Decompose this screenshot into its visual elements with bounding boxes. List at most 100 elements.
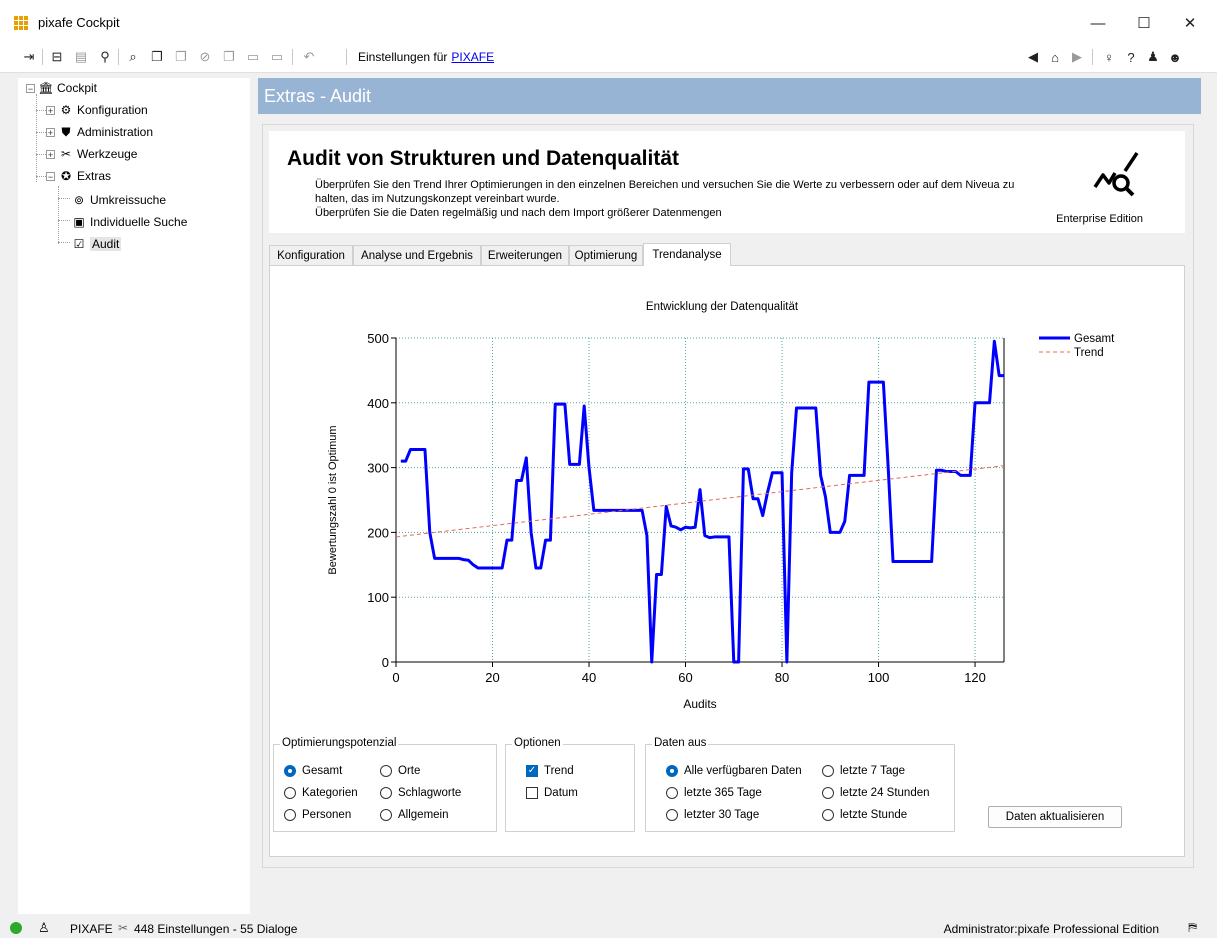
checkbox-indicator[interactable] [526,787,538,799]
radio-letzte-7-tage[interactable]: letzte 7 Tage [822,765,905,777]
collapse-icon[interactable]: − [26,83,35,93]
expand-icon[interactable]: + [46,149,55,159]
maximize-button[interactable]: ☐ [1121,8,1167,38]
save-icon[interactable]: ▤ [72,48,90,66]
radio-indicator[interactable] [380,765,392,777]
tree-item-umkreissuche[interactable]: ⊚ Umkreissuche [72,190,166,210]
x-tick-label: 100 [868,670,890,685]
y-tick-label: 500 [367,331,389,346]
tree-item-werkzeuge[interactable]: + ✂ Werkzeuge [46,144,137,164]
x-tick-label: 60 [678,670,692,685]
checkbox-datum[interactable]: Datum [526,787,578,799]
status-left: PIXAFE [70,922,113,936]
tools-status-icon: ✂ [118,921,129,935]
copy-icon[interactable]: ❐ [148,48,166,66]
radio-indicator[interactable] [822,809,834,821]
tab-konfiguration[interactable]: Konfiguration [269,245,353,265]
toolbar-label: Einstellungen für PIXAFE [358,50,494,64]
building-icon: 🏛 [38,81,54,95]
radio-indicator[interactable] [380,809,392,821]
back-icon[interactable]: ◀ [1024,48,1042,66]
radio-indicator[interactable] [284,787,296,799]
expand-icon[interactable]: + [46,105,55,115]
tree-item-label: Werkzeuge [77,147,138,161]
radio-indicator[interactable] [380,787,392,799]
clipboard-icon[interactable]: ▭ [244,48,262,66]
radio-personen[interactable]: Personen [284,809,351,821]
radio-indicator[interactable] [284,765,296,777]
remove-copy-icon[interactable]: ⊘ [196,48,214,66]
page-header: Extras - Audit [258,78,1201,114]
radio-indicator[interactable] [666,809,678,821]
description-line-3: Überprüfen Sie die Daten regelmäßig und … [315,207,722,219]
radio-letzte-stunde[interactable]: letzte Stunde [822,809,907,821]
tree-item-extras[interactable]: − ✪ Extras [46,166,111,186]
user-download-icon[interactable]: ♟ [1144,48,1162,66]
radio-allgemein[interactable]: Allgemein [380,809,449,821]
tree-root-cockpit[interactable]: − 🏛 Cockpit [26,78,97,98]
radio-kategorien[interactable]: Kategorien [284,787,358,799]
tab-analyse-und-ergebnis[interactable]: Analyse und Ergebnis [353,245,481,265]
copy-all-icon[interactable]: ❐ [220,48,238,66]
edition-label: Enterprise Edition [1056,213,1143,225]
tab-optimierung[interactable]: Optimierung [569,245,643,265]
description-line-1: Überprüfen Sie den Trend Ihrer Optimieru… [315,179,1015,191]
trend-chart: 0 20 40 60 80 100 120 0 100 200 300 400 500 Entwicklu… [327,301,1115,711]
radio-indicator[interactable] [666,765,678,777]
content-area: Extras - Audit Audit von Strukturen und … [258,78,1201,914]
tab-erweiterungen[interactable]: Erweiterungen [481,245,569,265]
radio-indicator[interactable] [822,787,834,799]
location-pin-icon: ⊚ [73,193,85,207]
radio-indicator[interactable] [666,787,678,799]
checkmark-icon[interactable]: ✓ [526,765,538,777]
collapse-icon[interactable]: − [46,171,55,181]
tab-trendanalyse[interactable]: Trendanalyse [643,243,731,266]
title-bar: pixafe Cockpit — ☐ ✕ [0,0,1217,42]
radio-label: Kategorien [302,787,358,799]
tree-item-konfiguration[interactable]: + ⚙ Konfiguration [46,100,148,120]
refresh-data-button[interactable]: Daten aktualisieren [988,806,1122,828]
radio-indicator[interactable] [822,765,834,777]
close-button[interactable]: ✕ [1167,8,1213,38]
radio-label: Allgemein [398,809,449,821]
radio-indicator[interactable] [284,809,296,821]
minimize-button[interactable]: — [1075,8,1121,38]
radio-label: letzte 7 Tage [840,765,906,777]
duplicate-icon[interactable]: ❐ [172,48,190,66]
toolbar: ⇥ ⊟ ▤ ⚲ ⌕ ❐ ❐ ⊘ ❐ ▭ ▭ ↶ Einstellungen fü… [0,42,1217,73]
help-icon[interactable]: ? [1122,48,1140,66]
tree-item-administration[interactable]: + ⛊ Administration [46,122,153,142]
optimization-group-title: Optimierungspotenzial [280,737,399,749]
account-icon[interactable]: ☻ [1166,48,1184,66]
radio-alle-daten[interactable]: Alle verfügbaren Daten [666,765,802,777]
x-axis-label: Audits [683,697,716,711]
checkbox-trend[interactable]: ✓ Trend [526,765,574,777]
undo-icon[interactable]: ↶ [300,48,318,66]
tree-item-audit[interactable]: ☑ Audit [72,234,122,254]
paste-icon[interactable]: ▭ [268,48,286,66]
tree-item-individuelle-suche[interactable]: ▣ Individuelle Suche [72,212,187,232]
options-group: Optionen ✓ Trend Datum [505,737,635,832]
settings-target-link[interactable]: PIXAFE [451,50,494,64]
radio-letzter-30-tage[interactable]: letzter 30 Tage [666,809,759,821]
forward-icon[interactable]: ▶ [1068,48,1086,66]
search-icon[interactable]: ⌕ [124,48,142,66]
x-tick-label: 120 [964,670,986,685]
lightbulb-icon[interactable]: ♀ [1100,48,1118,66]
binoculars-icon[interactable]: ⚲ [96,48,114,66]
radio-letzte-24-stunden[interactable]: letzte 24 Stunden [822,787,930,799]
tree-item-label: Konfiguration [77,103,148,117]
open-icon[interactable]: ⊟ [48,48,66,66]
radio-label: letzte Stunde [840,809,908,821]
data-range-group-title: Daten aus [652,737,709,749]
radio-schlagworte[interactable]: Schlagworte [380,787,461,799]
home-icon[interactable]: ⌂ [1046,48,1064,66]
tree-root-label: Cockpit [57,81,98,95]
login-icon[interactable]: ⇥ [20,48,38,66]
x-tick-label: 40 [582,670,596,685]
status-settings: 448 Einstellungen - 55 Dialoge [134,922,298,936]
expand-icon[interactable]: + [46,127,55,137]
radio-orte[interactable]: Orte [380,765,420,777]
radio-gesamt[interactable]: Gesamt [284,765,342,777]
radio-letzte-365-tage[interactable]: letzte 365 Tage [666,787,762,799]
